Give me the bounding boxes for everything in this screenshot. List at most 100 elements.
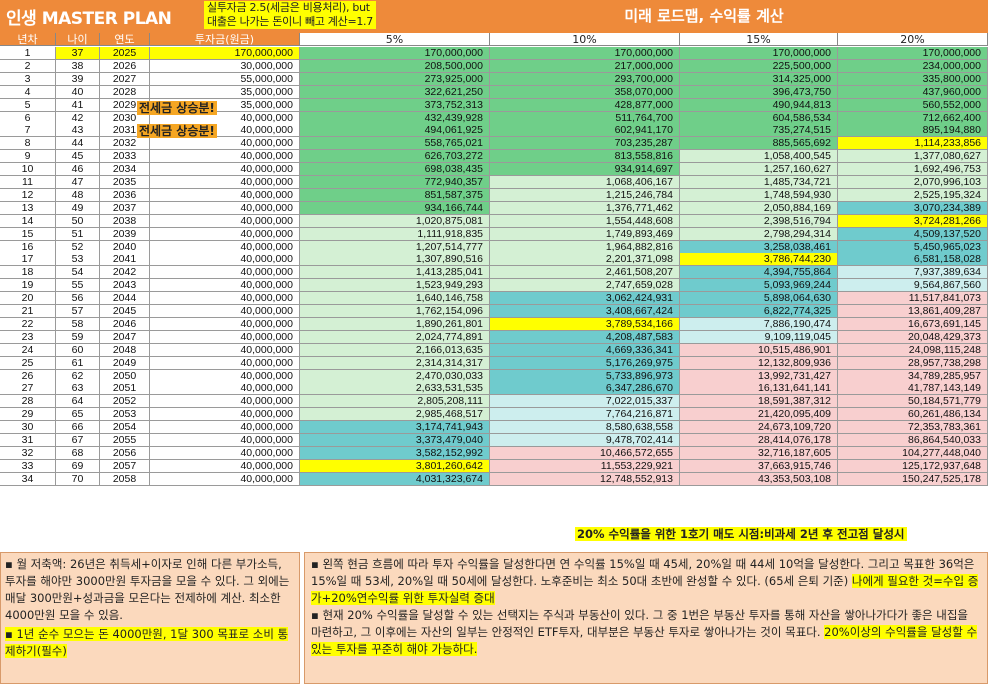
year-cell: 2027 [100, 72, 150, 86]
age-cell: 70 [56, 472, 100, 486]
age-cell: 40 [56, 85, 100, 99]
return-5pct-cell: 1,762,154,096 [300, 305, 490, 318]
return-20pct-cell: 170,000,000 [838, 47, 988, 60]
year-index-cell: 21 [0, 305, 56, 318]
principal-cell: 40,000,000 [150, 434, 300, 447]
year-cell: 2036 [100, 188, 150, 202]
year-cell: 2034 [100, 163, 150, 177]
return-10pct-cell: 934,914,697 [490, 163, 680, 177]
table-row: 9 45 2033 40,000,000 626,703,272 813,558,816 1… [0, 150, 988, 164]
return-15pct-cell: 24,673,109,720 [680, 421, 838, 435]
return-20pct-cell: 3,070,234,389 [838, 201, 988, 215]
return-5pct-cell: 2,633,531,535 [300, 382, 490, 396]
return-20pct-cell: 234,000,000 [838, 59, 988, 73]
return-15pct-cell: 1,257,160,627 [680, 163, 838, 177]
year-cell: 2045 [100, 305, 150, 318]
return-20pct-cell: 712,662,400 [838, 111, 988, 125]
principal-cell: 40,000,000 [150, 369, 300, 383]
return-15pct-cell: 5,898,064,630 [680, 292, 838, 306]
return-5pct-cell: 2,470,030,033 [300, 369, 490, 383]
year-index-cell: 24 [0, 343, 56, 357]
return-10pct-cell: 11,553,229,921 [490, 459, 680, 473]
return-20pct-cell: 50,184,571,779 [838, 395, 988, 409]
year-cell: 2046 [100, 317, 150, 331]
age-cell: 57 [56, 305, 100, 318]
return-20pct-cell: 86,864,540,033 [838, 434, 988, 447]
year-cell: 2053 [100, 408, 150, 422]
return-10pct-cell: 8,580,638,558 [490, 421, 680, 435]
return-10pct-cell: 170,000,000 [490, 47, 680, 60]
year-cell: 2037 [100, 201, 150, 215]
table-row: 27 63 2051 40,000,000 2,633,531,535 6,347,286… [0, 382, 988, 396]
return-20pct-cell: 11,517,841,073 [838, 292, 988, 306]
age-cell: 65 [56, 408, 100, 422]
return-5pct-cell: 1,020,875,081 [300, 214, 490, 228]
year-index-cell: 22 [0, 317, 56, 331]
age-cell: 56 [56, 292, 100, 306]
year-index-cell: 7 [0, 124, 56, 138]
header-note: 실투자금 2.5(세금은 비용처리), but 대출은 나가는 돈이니 빼고 계… [204, 1, 376, 29]
return-10pct-cell: 6,347,286,670 [490, 382, 680, 396]
age-cell: 37 [56, 47, 100, 60]
age-cell: 53 [56, 253, 100, 267]
age-cell: 67 [56, 434, 100, 447]
return-15pct-cell: 5,093,969,244 [680, 279, 838, 293]
return-5pct-cell: 170,000,000 [300, 47, 490, 60]
year-index-cell: 25 [0, 356, 56, 370]
year-cell: 2044 [100, 292, 150, 306]
age-cell: 68 [56, 446, 100, 460]
year-cell: 2028 [100, 85, 150, 99]
table-row: 11 47 2035 40,000,000 772,940,357 1,068,406,1… [0, 176, 988, 189]
age-cell: 55 [56, 279, 100, 293]
year-index-cell: 30 [0, 421, 56, 435]
table-row: 14 50 2038 40,000,000 1,020,875,081 1,554,448… [0, 214, 988, 228]
year-cell: 2050 [100, 369, 150, 383]
age-cell: 54 [56, 266, 100, 280]
return-5pct-cell: 626,703,272 [300, 150, 490, 164]
table-row: 34 70 2058 40,000,000 4,031,323,674 12,748,55… [0, 472, 988, 486]
year-cell: 2051 [100, 382, 150, 396]
return-20pct-cell: 13,861,409,287 [838, 305, 988, 318]
year-index-cell: 9 [0, 150, 56, 164]
table-row: 1 37 2025 170,000,000 170,000,000 170,000,000… [0, 47, 988, 60]
principal-cell: 40,000,000 [150, 163, 300, 177]
year-index-cell: 29 [0, 408, 56, 422]
return-20pct-cell: 150,247,525,178 [838, 472, 988, 486]
return-20pct-cell: 5,450,965,023 [838, 240, 988, 254]
return-10pct-cell: 2,461,508,207 [490, 266, 680, 280]
table-row: 23 59 2047 40,000,000 2,024,774,891 4,208,487… [0, 330, 988, 344]
column-header: 년차 [0, 33, 56, 46]
age-cell: 64 [56, 395, 100, 409]
return-5pct-cell: 373,752,313 [300, 98, 490, 112]
return-20pct-cell: 6,581,158,028 [838, 253, 988, 267]
year-index-cell: 27 [0, 382, 56, 396]
principal-cell: 40,000,000 [150, 305, 300, 318]
sell-timing-banner: 20% 수익률을 위한 1호기 매도 시점:비과세 2년 후 전고점 달성시 [575, 527, 907, 541]
year-cell: 2055 [100, 434, 150, 447]
principal-cell: 40,000,000 [150, 279, 300, 293]
table-row: 12 48 2036 40,000,000 851,587,375 1,215,246,7… [0, 188, 988, 202]
return-5pct-cell: 934,166,744 [300, 201, 490, 215]
return-15pct-cell: 396,473,750 [680, 85, 838, 99]
return-10pct-cell: 5,176,269,975 [490, 356, 680, 370]
table-row: 13 49 2037 40,000,000 934,166,744 1,376,771,4… [0, 201, 988, 215]
return-5pct-cell: 208,500,000 [300, 59, 490, 73]
principal-cell: 40,000,000 [150, 150, 300, 164]
return-20pct-cell: 4,509,137,520 [838, 227, 988, 241]
table-row: 28 64 2052 40,000,000 2,805,208,111 7,022,015… [0, 395, 988, 409]
year-cell: 2056 [100, 446, 150, 460]
table-row: 26 62 2050 40,000,000 2,470,030,033 5,733,896… [0, 369, 988, 383]
return-20pct-cell: 560,552,000 [838, 98, 988, 112]
table-row: 17 53 2041 40,000,000 1,307,890,516 2,201,371… [0, 253, 988, 267]
right-notes-box: ▪ 왼쪽 현금 흐름에 따라 투자 수익률을 달성한다면 연 수익률 15%일 … [304, 552, 988, 684]
year-index-cell: 23 [0, 330, 56, 344]
table-row: 3 39 2027 55,000,000 273,925,000 293,700,000 3… [0, 72, 988, 86]
return-20pct-cell: 41,787,143,149 [838, 382, 988, 396]
age-cell: 43 [56, 124, 100, 138]
principal-cell: 40,000,000 [150, 317, 300, 331]
return-15pct-cell: 490,944,813 [680, 98, 838, 112]
age-cell: 50 [56, 214, 100, 228]
return-5pct-cell: 3,373,479,040 [300, 434, 490, 447]
table-row: 2 38 2026 30,000,000 208,500,000 217,000,000 2… [0, 59, 988, 73]
return-10pct-cell: 5,733,896,973 [490, 369, 680, 383]
